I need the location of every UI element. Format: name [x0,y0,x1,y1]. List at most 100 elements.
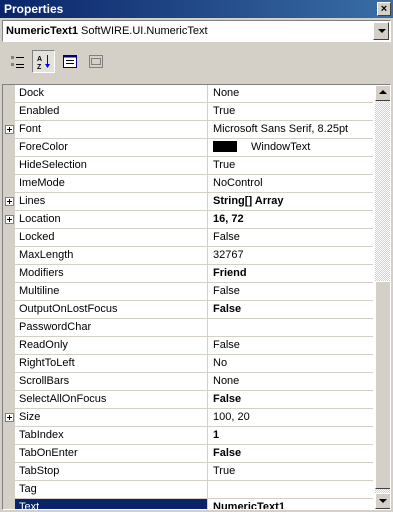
property-value[interactable]: True [209,157,373,174]
property-row[interactable]: MaxLength 32767 [3,247,373,265]
alphabetical-button[interactable]: A Z [32,50,55,73]
property-value[interactable]: 16, 72 [209,211,373,228]
property-value[interactable]: NumericText1 [209,499,373,509]
row-margin [3,211,15,229]
property-row[interactable]: Locked False [3,229,373,247]
combo-dropdown-icon[interactable] [373,22,389,40]
property-value[interactable]: NoControl [209,175,373,192]
property-row[interactable]: ScrollBars None [3,373,373,391]
property-value[interactable] [209,481,373,498]
property-row[interactable]: Lines String[] Array [3,193,373,211]
property-value[interactable]: False [209,445,373,462]
property-row[interactable]: TabStop True [3,463,373,481]
property-row[interactable]: Modifiers Friend [3,265,373,283]
property-value[interactable]: WindowText [209,139,373,156]
property-value[interactable]: None [209,373,373,390]
property-value[interactable]: None [209,85,373,102]
property-name[interactable]: Lines [15,193,208,210]
property-row[interactable]: Tag [3,481,373,499]
row-margin [3,337,15,355]
property-name[interactable]: ReadOnly [15,337,208,354]
property-name[interactable]: TabStop [15,463,208,480]
property-row[interactable]: Size 100, 20 [3,409,373,427]
property-row[interactable]: RightToLeft No [3,355,373,373]
property-value[interactable]: Friend [209,265,373,282]
property-name[interactable]: TabIndex [15,427,208,444]
scroll-thumb[interactable] [375,281,390,489]
property-name[interactable]: OutputOnLostFocus [15,301,208,318]
scroll-up-arrow-icon[interactable] [375,85,390,101]
object-selector-combo[interactable]: NumericText1 SoftWIRE.UI.NumericText [2,20,391,42]
property-name[interactable]: TabOnEnter [15,445,208,462]
property-pages-button[interactable] [84,50,107,73]
property-value[interactable]: False [209,337,373,354]
property-row[interactable]: PasswordChar [3,319,373,337]
property-value[interactable]: True [209,463,373,480]
row-margin [3,301,15,319]
property-value[interactable]: 100, 20 [209,409,373,426]
property-row[interactable]: Text NumericText1 [3,499,373,509]
property-name[interactable]: ImeMode [15,175,208,192]
property-value[interactable] [209,319,373,336]
properties-view-button[interactable] [58,50,81,73]
expand-plus-icon[interactable] [5,413,14,422]
window-title: Properties [4,2,64,16]
property-row[interactable]: ForeColor WindowText [3,139,373,157]
property-pages-icon [88,55,103,68]
property-name[interactable]: SelectAllOnFocus [15,391,208,408]
property-name[interactable]: Size [15,409,208,426]
property-row[interactable]: Font Microsoft Sans Serif, 8.25pt [3,121,373,139]
property-name[interactable]: HideSelection [15,157,208,174]
property-name[interactable]: ForeColor [15,139,208,156]
property-row[interactable]: Location 16, 72 [3,211,373,229]
property-value[interactable]: True [209,103,373,120]
row-margin [3,391,15,409]
property-row[interactable]: SelectAllOnFocus False [3,391,373,409]
row-margin [3,481,15,499]
property-row[interactable]: OutputOnLostFocus False [3,301,373,319]
property-name[interactable]: Text [15,499,208,509]
property-name[interactable]: Modifiers [15,265,208,282]
property-row[interactable]: Multiline False [3,283,373,301]
property-value[interactable]: String[] Array [209,193,373,210]
property-name[interactable]: PasswordChar [15,319,208,336]
property-name[interactable]: Enabled [15,103,208,120]
property-value[interactable]: False [209,229,373,246]
property-value[interactable]: False [209,283,373,300]
property-name[interactable]: ScrollBars [15,373,208,390]
property-row[interactable]: ImeMode NoControl [3,175,373,193]
property-name[interactable]: RightToLeft [15,355,208,372]
property-name[interactable]: MaxLength [15,247,208,264]
close-button[interactable]: × [377,2,391,16]
property-value[interactable]: 32767 [209,247,373,264]
row-margin [3,85,15,103]
property-row[interactable]: TabOnEnter False [3,445,373,463]
property-value[interactable]: False [209,391,373,408]
property-row[interactable]: Enabled True [3,103,373,121]
row-margin [3,157,15,175]
row-margin [3,229,15,247]
property-row[interactable]: ReadOnly False [3,337,373,355]
property-name[interactable]: Dock [15,85,208,102]
property-name[interactable]: Location [15,211,208,228]
property-name[interactable]: Tag [15,481,208,498]
categorized-button[interactable] [6,50,29,73]
property-row[interactable]: TabIndex 1 [3,427,373,445]
expand-plus-icon[interactable] [5,125,14,134]
property-value[interactable]: No [209,355,373,372]
property-row[interactable]: Dock None [3,85,373,103]
property-row[interactable]: HideSelection True [3,157,373,175]
property-value[interactable]: Microsoft Sans Serif, 8.25pt [209,121,373,138]
property-name[interactable]: Multiline [15,283,208,300]
vertical-scrollbar[interactable] [375,85,390,509]
property-value[interactable]: False [209,301,373,318]
property-value[interactable]: 1 [209,427,373,444]
property-name[interactable]: Font [15,121,208,138]
expand-plus-icon[interactable] [5,215,14,224]
property-name[interactable]: Locked [15,229,208,246]
scroll-down-arrow-icon[interactable] [375,493,390,509]
properties-title-bar[interactable]: Properties × [0,0,393,18]
row-margin [3,409,15,427]
expand-plus-icon[interactable] [5,197,14,206]
row-margin [3,175,15,193]
